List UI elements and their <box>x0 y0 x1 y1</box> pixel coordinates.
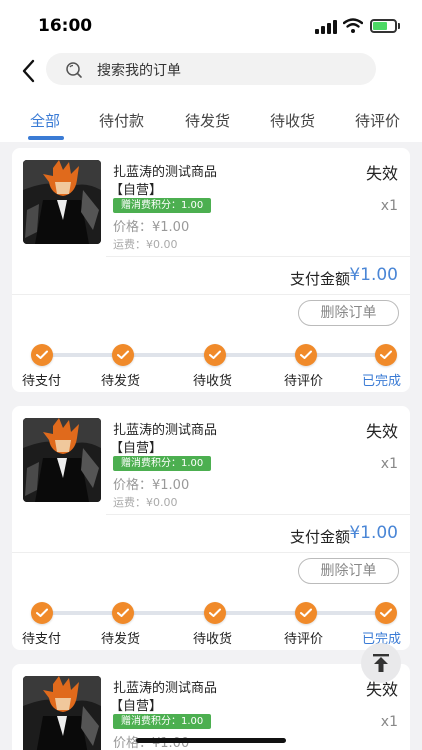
check-icon <box>204 602 226 624</box>
pay-amount: ¥1.00 <box>349 265 398 285</box>
price: 价格：¥1.00 <box>113 220 190 235</box>
order-card[interactable]: 扎蓝涛的测试商品 【自营】 失效 赠消费积分：1.00 x1 价格：¥1.00 … <box>12 148 410 392</box>
shipping-fee: 运费：¥0.00 <box>113 238 178 251</box>
check-icon <box>112 602 134 624</box>
order-status: 失效 <box>365 422 398 441</box>
check-icon <box>375 344 397 366</box>
order-tabs: 全部 待付款 待发货 待收货 待评价 <box>0 96 422 142</box>
step-label: 待评价 <box>284 374 324 389</box>
tab-pending-shipment[interactable]: 待发货 <box>185 110 230 131</box>
quantity: x1 <box>380 714 398 730</box>
search-icon <box>66 62 82 78</box>
quantity: x1 <box>380 456 398 472</box>
order-status: 失效 <box>365 164 398 183</box>
step-label: 待支付 <box>22 374 62 389</box>
back-arrow-icon[interactable] <box>14 56 44 86</box>
tab-underline <box>28 136 64 140</box>
price: 价格：¥1.00 <box>113 478 190 493</box>
delete-order-button[interactable]: 删除订单 <box>298 558 399 584</box>
battery-icon <box>370 19 397 33</box>
arrow-up-icon <box>373 654 389 672</box>
step-label: 待评价 <box>284 632 324 647</box>
product-thumbnail[interactable] <box>23 160 101 244</box>
search-input[interactable]: 搜索我的订单 <box>46 53 376 85</box>
points-badge: 赠消费积分：1.00 <box>113 456 212 471</box>
step-label: 已完成 <box>362 374 402 389</box>
divider <box>106 256 410 257</box>
check-icon <box>295 602 317 624</box>
pay-amount: ¥1.00 <box>349 523 398 543</box>
product-name: 扎蓝涛的测试商品 <box>113 423 218 438</box>
home-indicator <box>136 738 286 743</box>
points-badge: 赠消费积分：1.00 <box>113 714 212 729</box>
delete-order-button[interactable]: 删除订单 <box>298 300 399 326</box>
step-label: 待收货 <box>193 374 233 389</box>
check-icon <box>295 344 317 366</box>
shipping-fee: 运费：¥0.00 <box>113 496 178 509</box>
quantity: x1 <box>380 198 398 214</box>
tab-pending-receipt[interactable]: 待收货 <box>270 110 315 131</box>
product-thumbnail[interactable] <box>23 418 101 502</box>
tab-pending-payment[interactable]: 待付款 <box>99 110 144 131</box>
step-label: 待发货 <box>101 632 141 647</box>
step-label: 待收货 <box>193 632 233 647</box>
self-operated-label: 【自营】 <box>110 699 163 714</box>
cellular-signal-icon <box>315 20 337 34</box>
wifi-icon <box>343 18 363 33</box>
tab-pending-review[interactable]: 待评价 <box>355 110 400 131</box>
status-bar: 16:00 <box>0 0 422 50</box>
step-label: 待支付 <box>22 632 62 647</box>
self-operated-label: 【自营】 <box>110 441 163 456</box>
divider <box>12 552 410 553</box>
tab-all[interactable]: 全部 <box>30 110 60 131</box>
product-name: 扎蓝涛的测试商品 <box>113 681 218 696</box>
check-icon <box>112 344 134 366</box>
product-name: 扎蓝涛的测试商品 <box>113 165 218 180</box>
pay-amount-label: 支付金额 <box>289 528 350 546</box>
points-badge: 赠消费积分：1.00 <box>113 198 212 213</box>
divider <box>106 514 410 515</box>
status-time: 16:00 <box>38 16 93 36</box>
check-icon <box>204 344 226 366</box>
check-icon <box>31 602 53 624</box>
order-card[interactable]: 扎蓝涛的测试商品 【自营】 失效 赠消费积分：1.00 x1 价格：¥1.00 … <box>12 406 410 650</box>
product-thumbnail[interactable] <box>23 676 101 750</box>
divider <box>12 294 410 295</box>
check-icon <box>375 602 397 624</box>
scroll-to-top-button[interactable] <box>361 643 401 683</box>
pay-amount-label: 支付金额 <box>289 270 350 288</box>
nav-bar: 搜索我的订单 <box>0 50 422 96</box>
search-placeholder: 搜索我的订单 <box>97 63 181 79</box>
check-icon <box>31 344 53 366</box>
self-operated-label: 【自营】 <box>110 183 163 198</box>
step-label: 待发货 <box>101 374 141 389</box>
